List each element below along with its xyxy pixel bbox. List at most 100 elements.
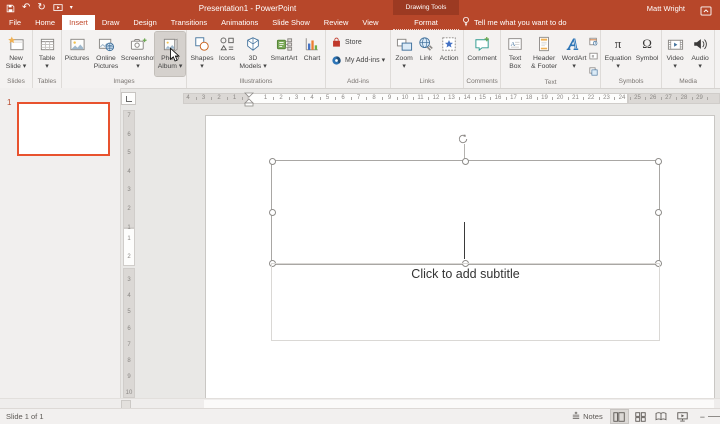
my-add-ins-button[interactable]: My Add-ins ▾	[329, 53, 387, 67]
tab-home[interactable]: Home	[28, 15, 62, 30]
notes-button[interactable]: Notes	[569, 411, 606, 422]
tab-view[interactable]: View	[355, 15, 385, 30]
chart-button[interactable]: Chart	[300, 32, 324, 76]
video-icon	[667, 34, 684, 54]
ruler-number: 5	[127, 150, 130, 156]
smartart-button[interactable]: SmartArt	[268, 32, 300, 76]
3d-models-button[interactable]: 3DModels ▾	[238, 32, 268, 76]
group-label: Media	[663, 77, 713, 88]
subtitle-placeholder[interactable]: Click to add subtitle	[271, 263, 660, 341]
action-button[interactable]: Action	[436, 32, 462, 76]
scrollbar-track[interactable]	[204, 400, 714, 408]
undo-button[interactable]: ↶	[22, 3, 30, 14]
action-icon	[441, 34, 457, 54]
ruler-number: 11	[417, 95, 423, 102]
table-button[interactable]: Table▾	[34, 32, 60, 76]
horizontal-scrollbar[interactable]	[0, 398, 720, 408]
ruler-number: 5	[326, 95, 329, 102]
date-time-button[interactable]	[588, 34, 599, 48]
user-name[interactable]: Matt Wright	[647, 4, 685, 13]
tab-slide-show[interactable]: Slide Show	[265, 15, 317, 30]
link-button[interactable]: Link	[416, 32, 436, 76]
tab-selector-button[interactable]	[121, 92, 136, 105]
wordart-button[interactable]: AWordArt▾	[560, 32, 588, 76]
ruler-number: 6	[127, 326, 130, 332]
ribbon-display-options-icon[interactable]	[700, 3, 712, 21]
contextual-tools: Drawing Tools Format	[393, 0, 459, 30]
resize-handle[interactable]	[655, 209, 662, 216]
tab-transitions[interactable]: Transitions	[164, 15, 214, 30]
zoom-button[interactable]: Zoom▾	[392, 32, 416, 76]
resize-handle[interactable]	[269, 158, 276, 165]
equation-button[interactable]: πEquation▾	[602, 32, 634, 76]
chart-icon	[304, 34, 320, 54]
text-box-button[interactable]: ATextBox	[502, 32, 528, 76]
tab-insert[interactable]: Insert	[62, 15, 95, 30]
ruler-number: 1	[127, 236, 130, 242]
zoom-out-button[interactable]: −	[700, 412, 705, 422]
object-button[interactable]	[588, 64, 599, 78]
group-label: Text	[502, 78, 599, 88]
icons-button[interactable]: Icons	[216, 32, 238, 76]
screenshot-button[interactable]: Screenshot▾	[121, 32, 155, 76]
screenshot-icon	[130, 34, 147, 54]
ruler-number: 8	[127, 358, 130, 364]
new-slide-button[interactable]: NewSlide ▾	[1, 32, 31, 76]
resize-handle[interactable]	[269, 209, 276, 216]
3d-models-icon	[245, 34, 261, 54]
view-switcher	[611, 410, 691, 423]
group-label: Links	[392, 77, 462, 88]
tab-animations[interactable]: Animations	[214, 15, 265, 30]
group-label: Images	[63, 77, 185, 88]
slide-number-button[interactable]: #	[588, 49, 599, 63]
tab-draw[interactable]: Draw	[95, 15, 127, 30]
redo-button[interactable]: ↻	[37, 3, 45, 14]
resize-handle[interactable]	[655, 158, 662, 165]
ribbon-group-comments: CommentComments	[464, 30, 501, 88]
audio-icon	[692, 34, 708, 54]
indent-markers[interactable]	[244, 91, 254, 107]
start-slideshow-button[interactable]	[53, 3, 63, 14]
reading-view-button[interactable]	[653, 410, 670, 423]
notes-label: Notes	[583, 412, 603, 421]
shapes-button[interactable]: Shapes▾	[188, 32, 216, 76]
text-cursor	[464, 222, 465, 259]
resize-handle[interactable]	[462, 158, 469, 165]
audio-button[interactable]: Audio▾	[687, 32, 713, 76]
my-add-ins-icon	[331, 55, 342, 66]
ruler-number: 2	[127, 206, 130, 212]
symbol-button[interactable]: ΩSymbol	[634, 32, 660, 76]
ruler-number: 7	[357, 95, 360, 102]
tell-me-box[interactable]: Tell me what you want to do	[462, 15, 567, 30]
title-placeholder[interactable]	[271, 160, 660, 265]
slide-canvas[interactable]: Click to add subtitle	[205, 115, 715, 400]
slideshow-view-button[interactable]	[674, 410, 691, 423]
comment-button[interactable]: Comment	[465, 32, 499, 76]
title-bar: ↶↻▾ Presentation1 - PowerPoint Drawing T…	[0, 0, 720, 30]
slide-number-label: 1	[7, 98, 11, 107]
qat-customize-button[interactable]: ▾	[70, 3, 73, 14]
tab-design[interactable]: Design	[126, 15, 163, 30]
pictures-button[interactable]: Pictures	[63, 32, 91, 76]
drawing-tools-label: Drawing Tools	[393, 0, 459, 15]
save-button[interactable]	[6, 3, 15, 14]
video-button[interactable]: Video▾	[663, 32, 687, 76]
tab-format[interactable]: Format	[393, 15, 459, 30]
pictures-icon	[69, 34, 86, 54]
tab-file[interactable]: File	[2, 15, 28, 30]
zoom-slider[interactable]	[708, 416, 720, 417]
ruler-number: 1	[233, 95, 236, 102]
slide-thumbnail[interactable]	[17, 102, 110, 156]
ruler-number: 27	[665, 95, 672, 102]
online-pictures-button[interactable]: OnlinePictures	[91, 32, 121, 76]
zoom-control: −	[700, 412, 720, 422]
header-footer-button[interactable]: Header& Footer	[528, 32, 560, 76]
store-button[interactable]: Store	[329, 35, 387, 49]
rotate-handle-icon[interactable]	[457, 132, 469, 150]
normal-view-button[interactable]	[611, 410, 628, 423]
quick-access-toolbar: ↶ ↻ ▾	[6, 2, 73, 14]
slide-sorter-view-button[interactable]	[632, 410, 649, 423]
ruler-number: 4	[186, 95, 189, 102]
svg-text:A: A	[567, 37, 578, 54]
tab-review[interactable]: Review	[317, 15, 356, 30]
